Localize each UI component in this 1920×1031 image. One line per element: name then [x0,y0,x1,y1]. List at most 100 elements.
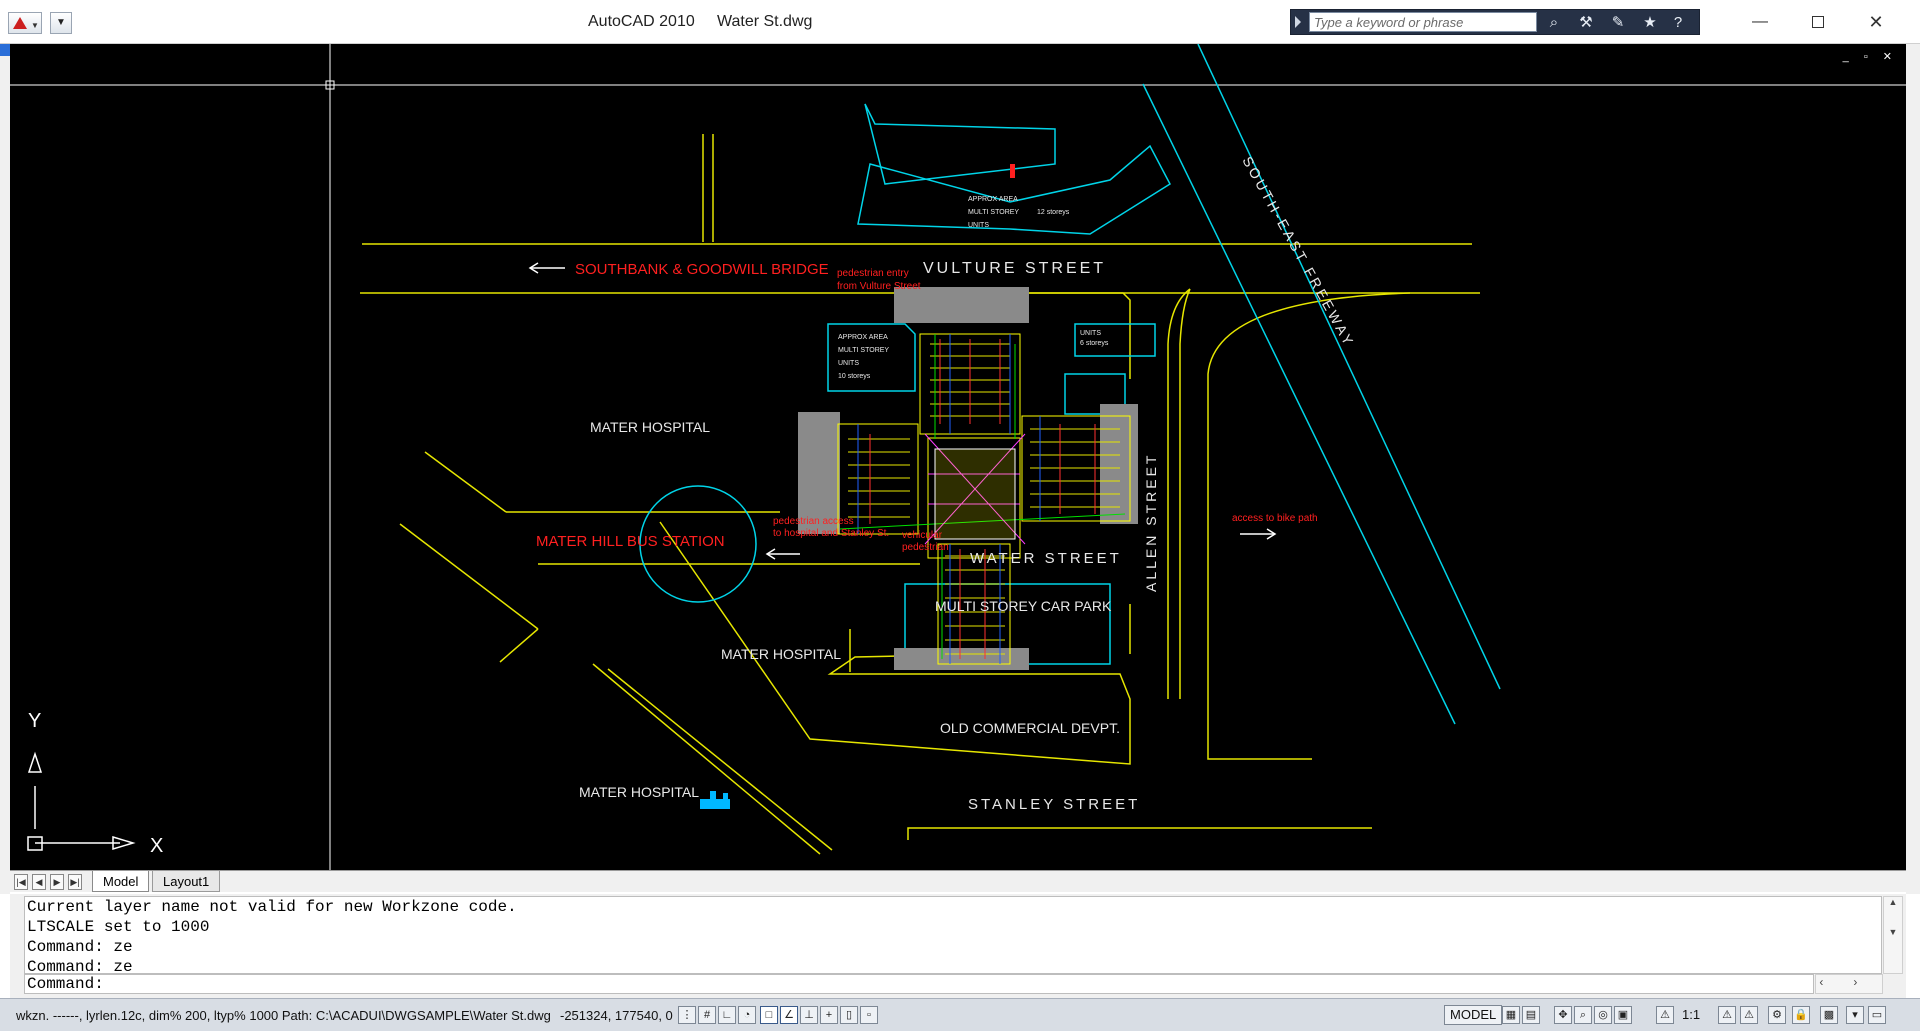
tab-model[interactable]: Model [92,871,150,892]
ucs-x-label: X [150,835,163,857]
units-label: UNITS [968,222,989,229]
annotation-scale-icon[interactable]: ⚠ [1656,1006,1674,1024]
quick-properties-icon[interactable]: ▫ [860,1006,878,1024]
chevron-down-icon: ▼ [31,21,39,30]
status-bar: wkzn. ------, lyrlen.12c, dim% 200, ltyp… [0,998,1920,1031]
hardware-acceleration-icon[interactable]: ▩ [1820,1006,1838,1024]
dyn-toggle-icon[interactable]: + [820,1006,838,1024]
south-east-freeway-label: SOUTH-EAST FREEWAY [1239,154,1357,350]
command-history-scrollbar[interactable]: ▲ ▼ [1883,896,1903,974]
pan-icon[interactable]: ✥ [1554,1006,1572,1024]
command-history-line: Command: ze [27,938,133,956]
first-tab-button[interactable]: |◀ [14,874,28,890]
mater-hospital-label-2: MATER HOSPITAL [721,646,841,662]
help-icon[interactable]: ? [1667,12,1689,33]
auto-scale-icon[interactable]: ⚠ [1740,1006,1758,1024]
command-history-line: Current layer name not valid for new Wor… [27,898,517,916]
vulture-street-label: VULTURE STREET [923,260,1106,277]
polar-toggle-icon[interactable]: ◔ [738,1006,756,1024]
drawing-vertical-scrollbar[interactable] [1906,44,1920,894]
tab-layout1[interactable]: Layout1 [152,871,221,892]
command-input[interactable]: Command: [24,974,1814,994]
infocenter-collapse-handle[interactable] [1295,16,1301,28]
stanley-street-label: STANLEY STREET [968,796,1140,813]
storeys-label-3: 6 storeys [1080,340,1109,347]
water-street-label: WATER STREET [970,550,1122,567]
quick-view-layouts-icon[interactable]: ▦ [1502,1006,1520,1024]
approx-area-label-2: APPROX AREA [838,334,888,341]
layout-tabs-bar: |◀ ◀ ▶ ▶| Model Layout1 [10,870,1906,892]
next-tab-button[interactable]: ▶ [50,874,64,890]
vehicular-label: vehicular [902,530,943,541]
ducs-toggle-icon[interactable]: ⊥ [800,1006,818,1024]
status-menu-icon[interactable]: ▾ [1846,1006,1864,1024]
storeys-label: 12 storeys [1037,209,1070,216]
steering-wheel-icon[interactable]: ◎ [1594,1006,1612,1024]
allen-street-label: ALLEN STREET [1143,453,1159,592]
model-space-button[interactable]: MODEL [1444,1005,1503,1025]
coordinate-readout[interactable]: -251324, 177540, 0 [560,1008,673,1023]
infocenter-bar: ⌕ ⚒ ✎ ★ ? [1290,9,1700,35]
command-history-line: LTSCALE set to 1000 [27,918,210,936]
ucs-icon [27,751,136,851]
ortho-toggle-icon[interactable]: ∟ [718,1006,736,1024]
workspace-switching-icon[interactable]: ⚙ [1768,1006,1786,1024]
otrack-toggle-icon[interactable]: ∠ [780,1006,798,1024]
pedestrian-access-label: pedestrian access [773,516,854,527]
snap-toggle-icon[interactable]: ⋮ [678,1006,696,1024]
minimize-button[interactable]: — [1740,8,1780,36]
quick-access-toolbar-dropdown[interactable]: ▼ [50,12,72,34]
building-outlines [639,44,1501,725]
mater-hospital-label-3: MATER HOSPITAL [579,784,699,800]
binoculars-icon[interactable]: ⌕ [1543,12,1565,33]
osnap-toggle-icon[interactable]: □ [760,1006,778,1024]
pedestrian-access-label-2: to hospital and Stanley St. [773,528,889,539]
lineweight-toggle-icon[interactable]: ▯ [840,1006,858,1024]
zoom-icon[interactable]: ⌕ [1574,1006,1592,1024]
command-horizontal-scrollbar[interactable]: ‹ › [1815,974,1883,994]
tools-icon[interactable]: ✎ [1607,12,1629,33]
prev-tab-button[interactable]: ◀ [32,874,46,890]
lock-icon[interactable]: 🔒 [1792,1006,1810,1024]
vehicular-label-2: pedestrian [902,542,949,553]
last-tab-button[interactable]: ▶| [68,874,82,890]
pedestrian-entry-label-2: from Vulture Street [837,281,921,292]
annotation-scale-value[interactable]: 1:1 [1682,1007,1700,1022]
units-label-2: UNITS [838,360,859,367]
wrench-icon[interactable]: ⚒ [1575,12,1597,33]
autocad-logo-icon [13,17,27,29]
application-menu-button[interactable]: ▼ [8,12,42,34]
window-title: AutoCAD 2010 Water St.dwg [588,13,812,31]
star-icon[interactable]: ★ [1639,12,1661,33]
mater-hospital-label: MATER HOSPITAL [590,419,710,435]
multi-storey-label: MULTI STOREY [968,209,1019,216]
command-line-panel: Current layer name not valid for new Wor… [10,894,1906,998]
road-lines [360,134,1480,855]
southbank-label: SOUTHBANK & GOODWILL BRIDGE [575,261,829,278]
approx-area-label: APPROX AREA [968,196,1018,203]
clean-screen-icon[interactable]: ▭ [1868,1006,1886,1024]
ucs-y-label: Y [28,710,41,732]
hospital-symbol-icon [700,791,730,809]
command-prompt-label: Command: [27,975,104,993]
bike-path-label: access to bike path [1232,513,1318,524]
grid-toggle-icon[interactable]: # [698,1006,716,1024]
app-name: AutoCAD 2010 [588,13,695,30]
quick-view-drawings-icon[interactable]: ▤ [1522,1006,1540,1024]
maximize-button[interactable] [1798,8,1838,36]
storeys-label-2: 10 storeys [838,373,871,380]
mater-hill-bus-station-label: MATER HILL BUS STATION [536,533,725,550]
file-name: Water St.dwg [716,13,813,30]
multi-storey-label-2: MULTI STOREY [838,347,889,354]
close-button[interactable]: ✕ [1856,8,1896,36]
showmotion-icon[interactable]: ▣ [1614,1006,1632,1024]
drawing-canvas[interactable]: _ ▫ ✕ Y X VULTURE STREET SOUTHBANK & GOO… [10,44,1906,870]
left-window-frame [0,44,10,894]
search-input[interactable] [1309,12,1537,32]
old-commercial-label: OLD COMMERCIAL DEVPT. [940,720,1120,736]
command-history: Current layer name not valid for new Wor… [24,896,1882,976]
pedestrian-entry-label: pedestrian entry [837,268,909,279]
annotation-visibility-icon[interactable]: ⚠ [1718,1006,1736,1024]
units-label-3: UNITS [1080,330,1101,337]
status-message: wkzn. ------, lyrlen.12c, dim% 200, ltyp… [16,1008,551,1023]
